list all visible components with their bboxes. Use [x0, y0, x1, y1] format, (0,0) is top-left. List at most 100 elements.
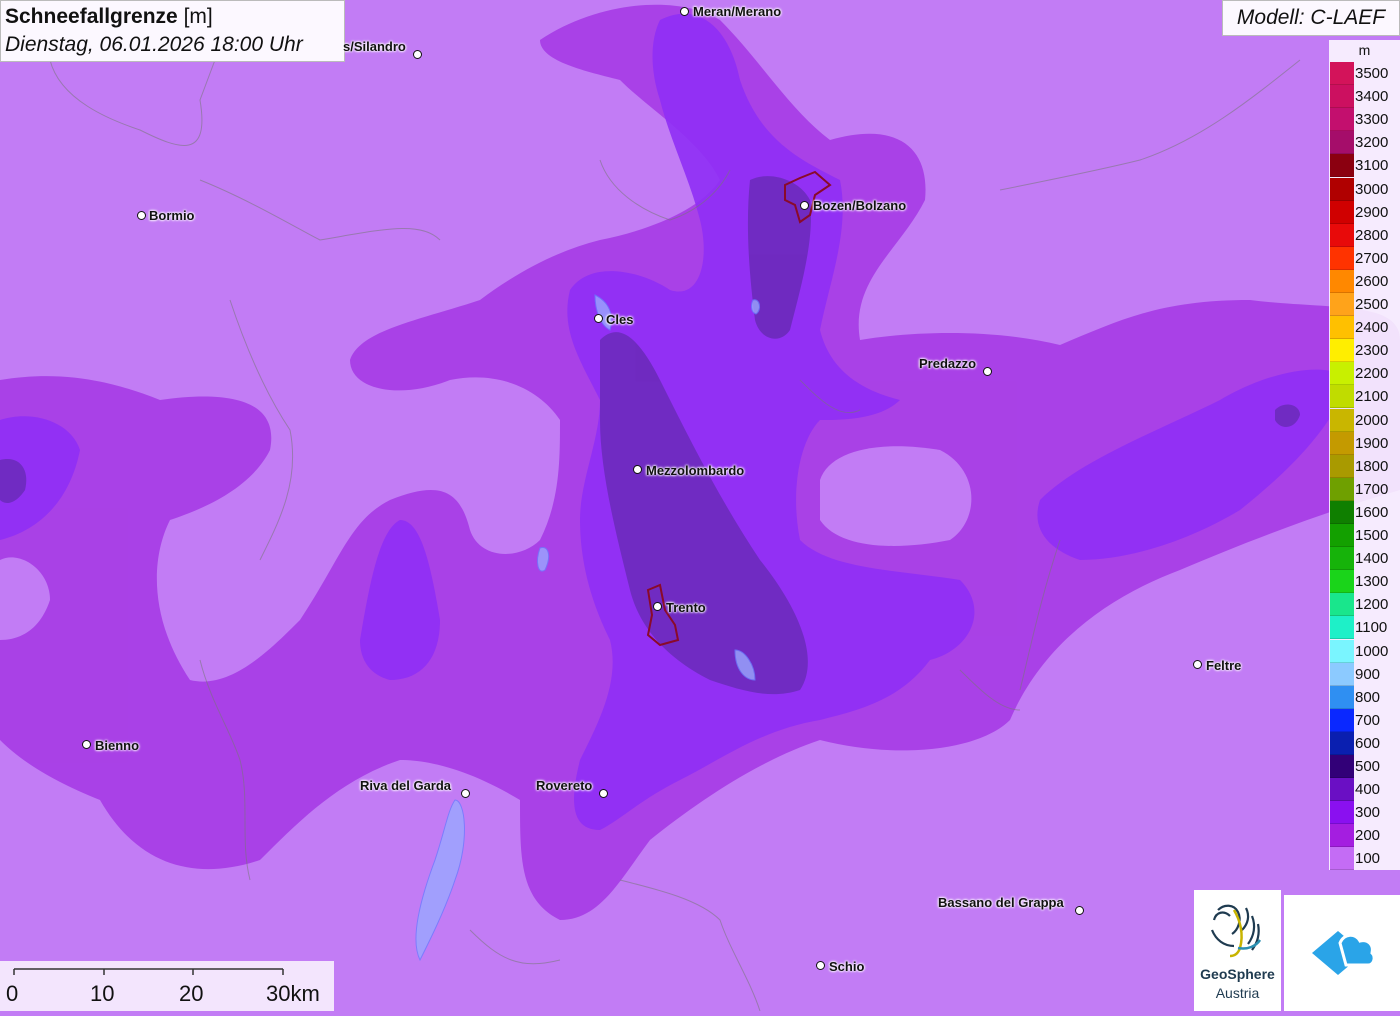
legend-swatch	[1330, 385, 1354, 409]
legend-swatch	[1330, 824, 1354, 848]
legend-label: 600	[1355, 734, 1381, 752]
weather-app-logo[interactable]	[1284, 895, 1400, 1011]
city-dot-bozen[interactable]	[800, 201, 809, 210]
title-variable: Schneefallgrenze	[5, 5, 178, 28]
city-label-bassano[interactable]: Bassano del Grappa	[938, 895, 1064, 910]
city-dot-feltre[interactable]	[1193, 660, 1202, 669]
legend-label: 3000	[1355, 180, 1389, 198]
city-dot-schio[interactable]	[816, 961, 825, 970]
legend-row: 3400	[1329, 85, 1400, 109]
legend-label: 2900	[1355, 203, 1389, 221]
legend-swatch	[1330, 362, 1354, 386]
legend-swatch	[1330, 62, 1354, 85]
geosphere-logo[interactable]: GeoSphere Austria	[1194, 890, 1281, 1011]
geosphere-logo-icon	[1210, 904, 1262, 958]
city-label-meran[interactable]: Meran/Merano	[693, 4, 781, 19]
legend-row: 1900	[1329, 431, 1400, 455]
city-dot-trento[interactable]	[653, 602, 662, 611]
scale-bar: 0 10 20 30km	[0, 961, 334, 1011]
legend-swatch	[1330, 477, 1354, 501]
legend-row: 2500	[1329, 293, 1400, 316]
geosphere-logo-line2: Austria	[1215, 985, 1260, 1001]
legend-row: 2000	[1329, 408, 1400, 432]
legend-label: 3300	[1355, 111, 1389, 129]
legend-row: 2600	[1329, 269, 1400, 293]
city-dot-bienno[interactable]	[82, 740, 91, 749]
legend-label: 900	[1355, 665, 1381, 683]
model-label: Modell: C-LAEF	[1222, 0, 1400, 36]
legend-label: 1400	[1355, 550, 1389, 568]
legend-swatch	[1330, 847, 1354, 871]
city-dot-rovereto[interactable]	[599, 789, 608, 798]
legend-label: 3500	[1355, 65, 1389, 82]
scale-label-20: 20	[179, 981, 204, 1006]
city-dot-predazzo[interactable]	[983, 367, 992, 376]
title-unit: [m]	[183, 5, 213, 28]
city-label-riva[interactable]: Riva del Garda	[360, 778, 451, 793]
legend-row: 3100	[1329, 154, 1400, 178]
legend-row: 2900	[1329, 200, 1400, 224]
legend-row: 1500	[1329, 524, 1400, 547]
city-label-bormio[interactable]: Bormio	[149, 208, 195, 223]
city-dot-bassano[interactable]	[1075, 906, 1084, 915]
city-label-cles[interactable]: Cles	[606, 312, 633, 327]
city-label-mezzolombardo[interactable]: Mezzolombardo	[646, 463, 744, 478]
city-dot-mezzolombardo[interactable]	[633, 465, 642, 474]
legend-row: 2200	[1329, 362, 1400, 386]
legend-swatch	[1330, 500, 1354, 524]
legend-label: 700	[1355, 711, 1381, 729]
legend-row: 2400	[1329, 316, 1400, 340]
legend-swatch	[1330, 778, 1354, 802]
snowline-map[interactable]	[0, 0, 1400, 1011]
legend-swatch	[1330, 316, 1354, 340]
legend-label: 1800	[1355, 457, 1389, 475]
city-label-silandro[interactable]: s/Silandro	[343, 39, 406, 54]
legend-swatch	[1330, 685, 1354, 709]
legend-swatch	[1330, 454, 1354, 478]
legend-label: 1300	[1355, 573, 1389, 591]
legend-row: 2300	[1329, 339, 1400, 363]
legend-label: 2300	[1355, 342, 1389, 360]
legend-swatch	[1330, 408, 1354, 432]
legend-label: 2000	[1355, 411, 1389, 429]
legend-label: 2400	[1355, 319, 1389, 337]
legend-label: 1600	[1355, 503, 1389, 521]
legend-row: 1800	[1329, 454, 1400, 478]
city-label-bienno[interactable]: Bienno	[95, 738, 139, 753]
legend-swatch	[1330, 154, 1354, 178]
city-label-bozen[interactable]: Bozen/Bolzano	[813, 198, 906, 213]
legend-swatch	[1330, 269, 1354, 293]
legend-row: 800	[1329, 685, 1400, 709]
legend-label: 2200	[1355, 365, 1389, 383]
legend-row: 2100	[1329, 385, 1400, 409]
city-label-rovereto[interactable]: Rovereto	[536, 778, 592, 793]
legend-swatch	[1330, 223, 1354, 247]
city-label-schio[interactable]: Schio	[829, 959, 864, 974]
city-label-predazzo[interactable]: Predazzo	[919, 356, 976, 371]
city-dot-silandro[interactable]	[413, 50, 422, 59]
legend-swatch	[1330, 108, 1354, 132]
legend-swatch	[1330, 593, 1354, 617]
legend-label: 1500	[1355, 527, 1389, 544]
legend-row: 3300	[1329, 108, 1400, 132]
legend-label: 3100	[1355, 157, 1389, 175]
city-dot-cles[interactable]	[594, 314, 603, 323]
city-dot-meran[interactable]	[680, 7, 689, 16]
legend-row: 1300	[1329, 570, 1400, 594]
legend-swatch	[1330, 755, 1354, 778]
city-dot-bormio[interactable]	[137, 211, 146, 220]
legend-label: 800	[1355, 688, 1381, 706]
legend-row: 500	[1329, 755, 1400, 778]
legend-row: 300	[1329, 801, 1400, 825]
city-label-trento[interactable]: Trento	[666, 600, 706, 615]
cloud-house-icon	[1312, 931, 1376, 975]
map-datetime: Dienstag, 06.01.2026 18:00 Uhr	[5, 33, 303, 56]
legend-row: 200	[1329, 824, 1400, 848]
scale-label-10: 10	[90, 981, 115, 1006]
city-label-feltre[interactable]: Feltre	[1206, 658, 1241, 673]
geosphere-logo-line1: GeoSphere	[1200, 966, 1275, 982]
legend-unit: m	[1358, 42, 1371, 58]
legend-row: 1400	[1329, 547, 1400, 571]
legend-swatch	[1330, 131, 1354, 155]
city-dot-riva[interactable]	[461, 789, 470, 798]
